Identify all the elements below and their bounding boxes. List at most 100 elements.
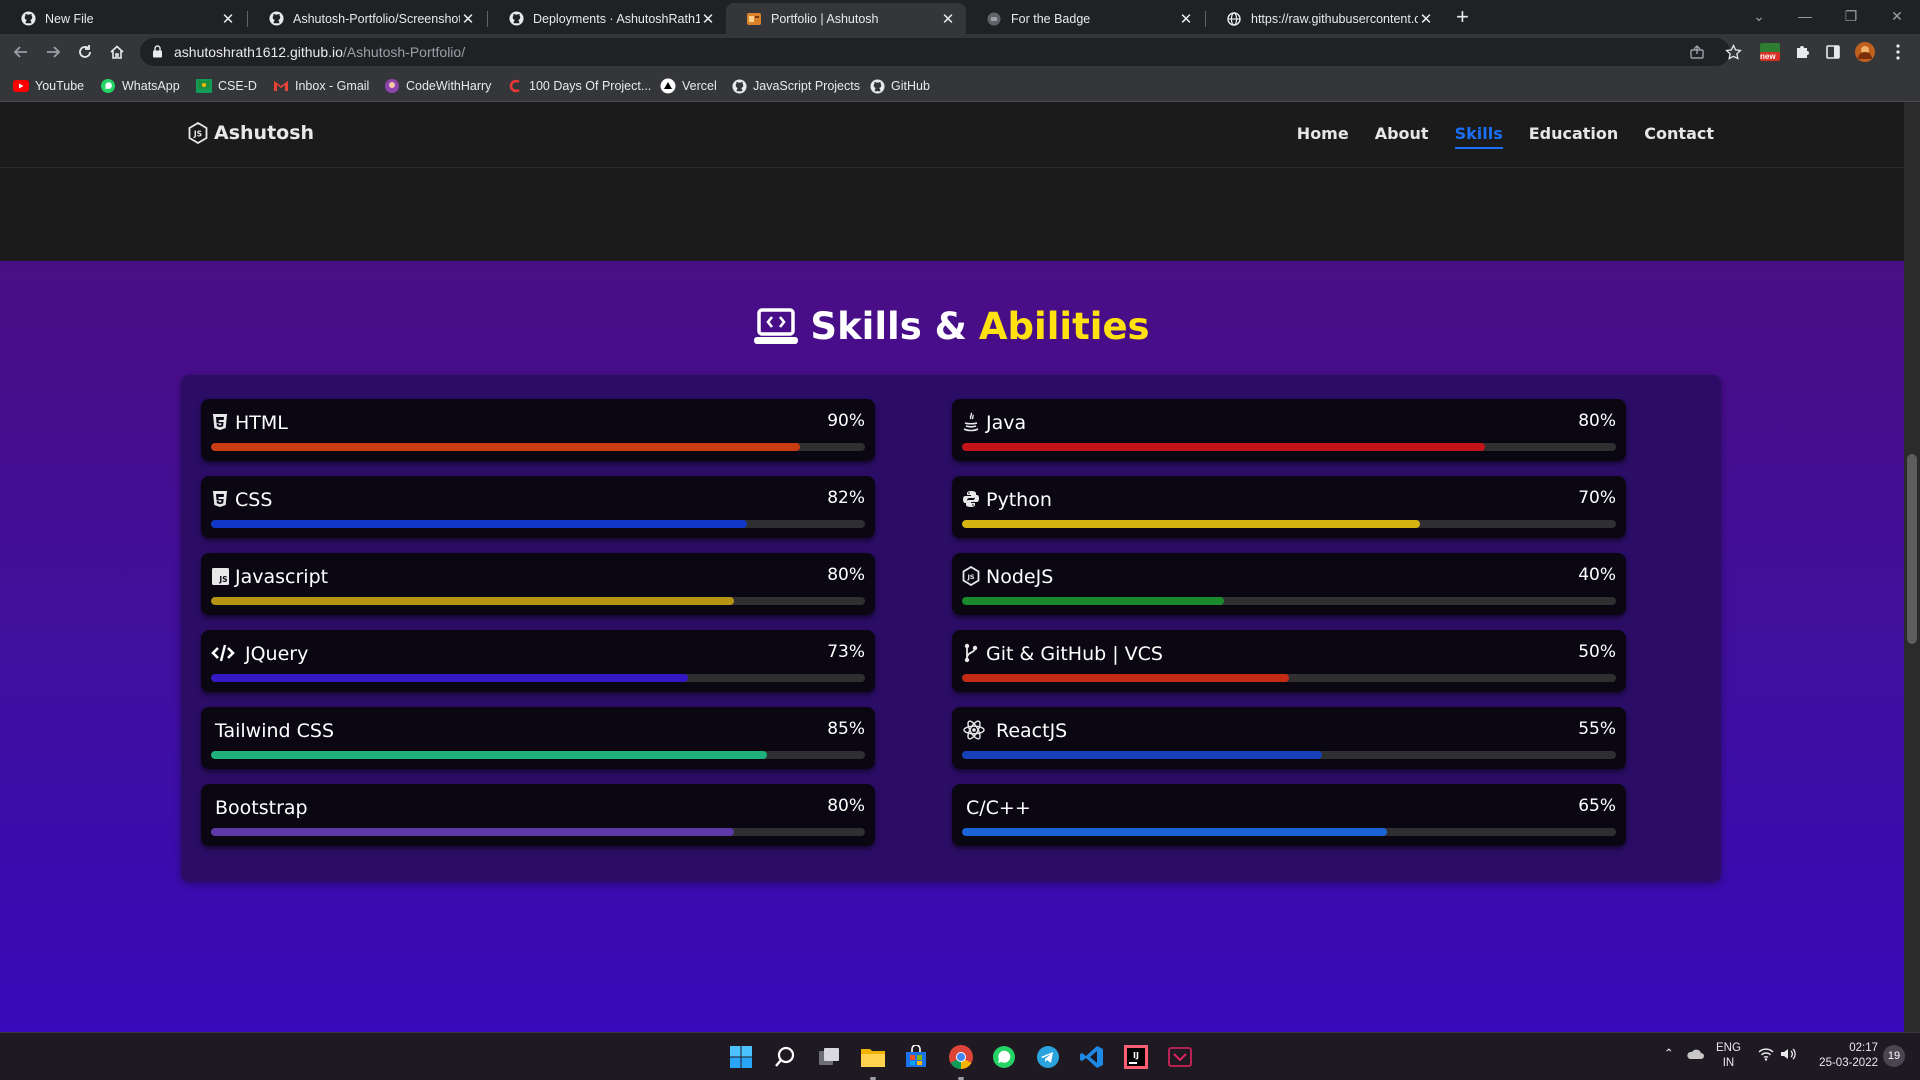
tab-title: https://raw.githubusercontent.co: [1251, 11, 1418, 26]
skill-percent: 85%: [827, 719, 865, 739]
svg-text:JS: JS: [193, 130, 202, 139]
bookmark-javascript-projects[interactable]: JavaScript Projects: [731, 77, 860, 95]
reload-button[interactable]: [73, 40, 97, 64]
restore-button[interactable]: ❐: [1828, 0, 1874, 32]
window-close-button[interactable]: ✕: [1874, 0, 1920, 32]
skill-progress-track: [211, 520, 865, 528]
share-icon[interactable]: [1688, 43, 1706, 61]
extensions-puzzle-icon[interactable]: [1793, 43, 1811, 61]
home-button[interactable]: [105, 40, 129, 64]
vscode-icon[interactable]: [1078, 1043, 1106, 1071]
chrome-icon[interactable]: [947, 1043, 975, 1071]
new-tab-button[interactable]: +: [1456, 6, 1469, 28]
clock[interactable]: 02:17 25-03-2022: [1810, 1041, 1878, 1071]
language-indicator[interactable]: ENG IN: [1716, 1041, 1741, 1071]
close-icon[interactable]: ✕: [700, 10, 716, 28]
bookmark-whatsapp[interactable]: WhatsApp: [100, 77, 180, 95]
bookmark-github[interactable]: GitHub: [869, 77, 930, 95]
tab-deployments[interactable]: Deployments · AshutoshRath161 ✕: [488, 3, 726, 34]
bookmark-100-days[interactable]: 100 Days Of Project...: [507, 77, 651, 95]
bookmark-star-icon[interactable]: [1724, 43, 1742, 61]
bookmark-vercel[interactable]: Vercel: [660, 77, 717, 95]
app-icon[interactable]: [1166, 1043, 1194, 1071]
tab-raw-githubusercontent[interactable]: https://raw.githubusercontent.co ✕: [1206, 3, 1444, 34]
skill-percent: 70%: [1578, 488, 1616, 508]
skill-name: CSS: [235, 489, 273, 511]
tab-for-the-badge[interactable]: For the Badge ✕: [966, 3, 1204, 34]
bookmark-codewithharry[interactable]: CodeWithHarry: [384, 77, 491, 95]
skill-progress-fill: [211, 751, 767, 759]
search-icon[interactable]: [771, 1043, 799, 1071]
skill-progress-fill: [211, 520, 748, 528]
microsoft-store-icon[interactable]: [902, 1043, 930, 1071]
bookmark-cse-d[interactable]: CSE-D: [196, 77, 257, 95]
nav-about[interactable]: About: [1375, 124, 1429, 143]
github-icon: [731, 78, 747, 94]
nav-contact[interactable]: Contact: [1644, 124, 1714, 143]
windows-start-icon[interactable]: [727, 1043, 755, 1071]
forward-button[interactable]: [41, 40, 65, 64]
brand-name: Ashutosh: [214, 122, 315, 144]
skill-progress-fill: [962, 520, 1420, 528]
skill-progress-fill: [211, 597, 735, 605]
git-branch-icon: [962, 643, 980, 663]
nav-skills[interactable]: Skills: [1454, 124, 1503, 149]
show-hidden-icons[interactable]: ⌃: [1664, 1047, 1674, 1062]
skills-heading: Skills & Abilities: [0, 305, 1904, 348]
js-icon: JS: [211, 566, 229, 586]
minimize-button[interactable]: —: [1782, 0, 1828, 32]
nav-home[interactable]: Home: [1297, 124, 1349, 143]
skill-progress-fill: [962, 828, 1388, 836]
skill-percent: 82%: [827, 488, 865, 508]
bookmark-gmail[interactable]: Inbox - Gmail: [273, 77, 369, 95]
extension-new-icon[interactable]: new: [1758, 43, 1782, 61]
close-icon[interactable]: ✕: [1178, 10, 1194, 28]
task-view-icon[interactable]: [815, 1043, 843, 1071]
telegram-icon[interactable]: [1034, 1043, 1062, 1071]
close-icon[interactable]: ✕: [940, 10, 956, 28]
skill-name: Python: [986, 489, 1052, 511]
skill-progress-track: [962, 674, 1616, 682]
bookmark-youtube[interactable]: YouTube: [13, 77, 84, 95]
menu-kebab-icon[interactable]: [1889, 43, 1907, 61]
lock-icon[interactable]: [152, 45, 163, 58]
intellij-icon[interactable]: IJ: [1122, 1043, 1150, 1071]
nav-education[interactable]: Education: [1529, 124, 1619, 143]
skill-card-reactjs: ReactJS 55%: [952, 707, 1626, 769]
page-scrollbar[interactable]: [1904, 102, 1920, 1032]
tab-screenshot[interactable]: Ashutosh-Portfolio/Screenshot (5 ✕: [248, 3, 486, 34]
tab-search-chevron-icon[interactable]: ⌄: [1736, 0, 1782, 32]
skill-card-bootstrap: Bootstrap 80%: [201, 784, 875, 846]
skill-progress-fill: [962, 597, 1224, 605]
c-icon: [507, 78, 523, 94]
tab-new-file[interactable]: New File ✕: [0, 3, 246, 34]
close-icon[interactable]: ✕: [460, 10, 476, 28]
profile-avatar[interactable]: [1854, 42, 1876, 62]
github-icon: [508, 11, 524, 27]
skill-card-jquery: JQuery 73%: [201, 630, 875, 692]
address-bar[interactable]: ashutoshrath1612.github.io/Ashutosh-Port…: [140, 38, 1730, 66]
tab-title: New File: [45, 11, 94, 26]
brand-logo[interactable]: JS Ashutosh: [188, 122, 314, 144]
volume-icon[interactable]: [1780, 1047, 1796, 1061]
wifi-icon[interactable]: [1758, 1047, 1774, 1061]
site-nav-links: Home About Skills Education Contact: [1297, 124, 1714, 149]
scrollbar-thumb[interactable]: [1907, 454, 1917, 644]
tab-portfolio[interactable]: Portfolio | Ashutosh ✕: [726, 3, 966, 34]
skill-percent: 80%: [827, 796, 865, 816]
onedrive-icon[interactable]: [1686, 1047, 1704, 1061]
whatsapp-icon[interactable]: [990, 1043, 1018, 1071]
back-button[interactable]: [9, 40, 33, 64]
close-icon[interactable]: ✕: [220, 10, 236, 28]
skill-name: NodeJS: [986, 566, 1054, 588]
notification-badge[interactable]: 19: [1883, 1045, 1905, 1067]
close-icon[interactable]: ✕: [1418, 10, 1434, 28]
whatsapp-icon: [100, 78, 116, 94]
skill-name: Javascript: [235, 566, 329, 588]
laptop-code-icon: [754, 307, 799, 346]
skill-name: Java: [986, 412, 1027, 434]
badge-favicon: [986, 11, 1002, 27]
tab-title: Ashutosh-Portfolio/Screenshot (5: [293, 11, 460, 26]
file-explorer-icon[interactable]: [859, 1043, 887, 1071]
side-panel-icon[interactable]: [1824, 43, 1842, 61]
